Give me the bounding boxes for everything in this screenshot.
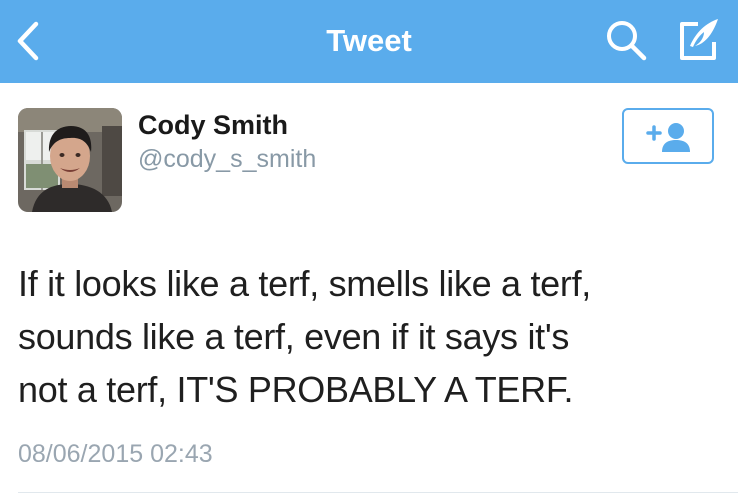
- tweet-text-line: If it looks like a terf, smells like a t…: [18, 263, 591, 304]
- follow-button[interactable]: [622, 108, 714, 164]
- tweet-text-line: sounds like a terf, even if it says it's: [18, 316, 570, 357]
- search-icon[interactable]: [604, 18, 648, 62]
- user-display-name[interactable]: Cody Smith: [138, 108, 288, 142]
- avatar[interactable]: [18, 108, 122, 212]
- tweet-text: If it looks like a terf, smells like a t…: [18, 257, 728, 416]
- tweet-timestamp: 08/06/2015 02:43: [18, 440, 213, 468]
- divider: [18, 492, 738, 493]
- profile-photo: [18, 108, 122, 212]
- follow-user-icon: [646, 123, 690, 152]
- compose-tweet-icon[interactable]: [674, 16, 724, 66]
- tweet-text-line: not a terf, IT'S PROBABLY A TERF.: [18, 369, 574, 410]
- navigation-bar: Tweet: [0, 0, 738, 83]
- user-handle[interactable]: @cody_s_smith: [138, 143, 316, 175]
